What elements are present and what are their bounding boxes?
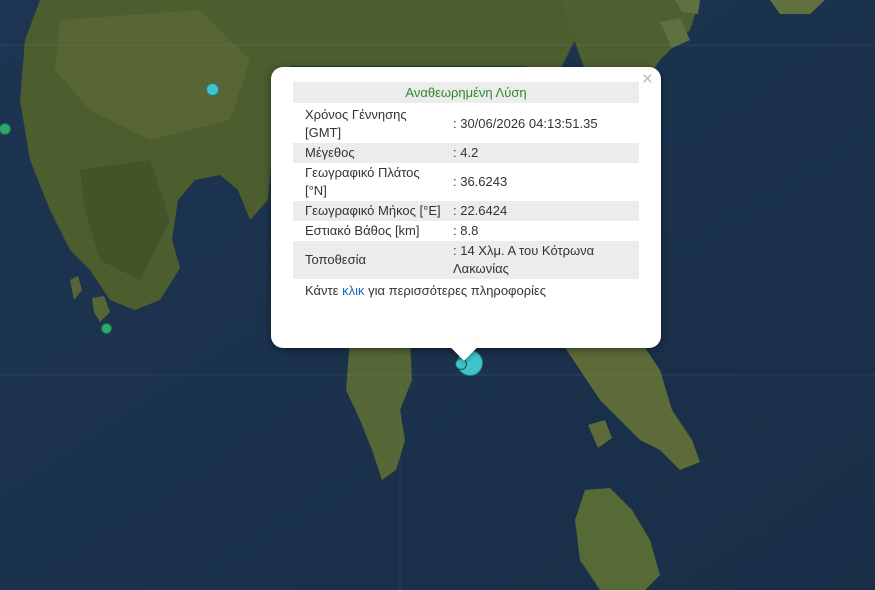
latitude-label: Γεωγραφικό Πλάτος [°N]: [305, 165, 420, 198]
more-info-text: Κάντε κλικ για περισσότερες πληροφορίες: [293, 282, 639, 300]
more-info-prefix: Κάντε: [305, 283, 343, 298]
longitude-label: Γεωγραφικό Μήκος [°E]: [293, 201, 449, 221]
more-info-link[interactable]: κλικ: [342, 283, 364, 298]
location-label: Τοποθεσία: [293, 241, 449, 279]
earthquake-marker[interactable]: [101, 323, 112, 334]
longitude-value: : 22.6424: [449, 201, 639, 221]
earthquake-details-table: Χρόνος Γέννησης [GMT] : 30/06/2026 04:13…: [293, 105, 639, 279]
magnitude-value: : 4.2: [449, 143, 639, 163]
table-row: Χρόνος Γέννησης [GMT] : 30/06/2026 04:13…: [293, 105, 639, 143]
earthquake-info-popup: × Αναθεωρημένη Λύση Χρόνος Γέννησης [GMT…: [271, 67, 661, 361]
table-row: Γεωγραφικό Πλάτος [°N] : 36.6243: [293, 163, 639, 201]
origin-time-label: Χρόνος Γέννησης [GMT]: [305, 107, 407, 140]
table-row: Γεωγραφικό Μήκος [°E] : 22.6424: [293, 201, 639, 221]
earthquake-marker[interactable]: [206, 83, 219, 96]
depth-label: Εστιακό Βάθος [km]: [305, 223, 420, 238]
more-info-suffix: για περισσότερες πληροφορίες: [364, 283, 547, 298]
popup-title: Αναθεωρημένη Λύση: [293, 82, 639, 103]
magnitude-label: Μέγεθος: [293, 143, 449, 163]
table-row: Τοποθεσία : 14 Χλμ. Α του Κότρωνα Λακωνί…: [293, 241, 639, 279]
table-row: Μέγεθος : 4.2: [293, 143, 639, 163]
depth-value: : 8.8: [453, 223, 479, 238]
location-value: : 14 Χλμ. Α του Κότρωνα Λακωνίας: [449, 241, 639, 279]
latitude-value: : 36.6243: [453, 174, 508, 189]
epicenter-inner-marker: [455, 358, 467, 370]
table-row: Εστιακό Βάθος [km] : 8.8: [293, 221, 639, 241]
close-icon[interactable]: ×: [642, 69, 653, 91]
origin-time-value: : 30/06/2026 04:13:51.35: [453, 116, 598, 131]
